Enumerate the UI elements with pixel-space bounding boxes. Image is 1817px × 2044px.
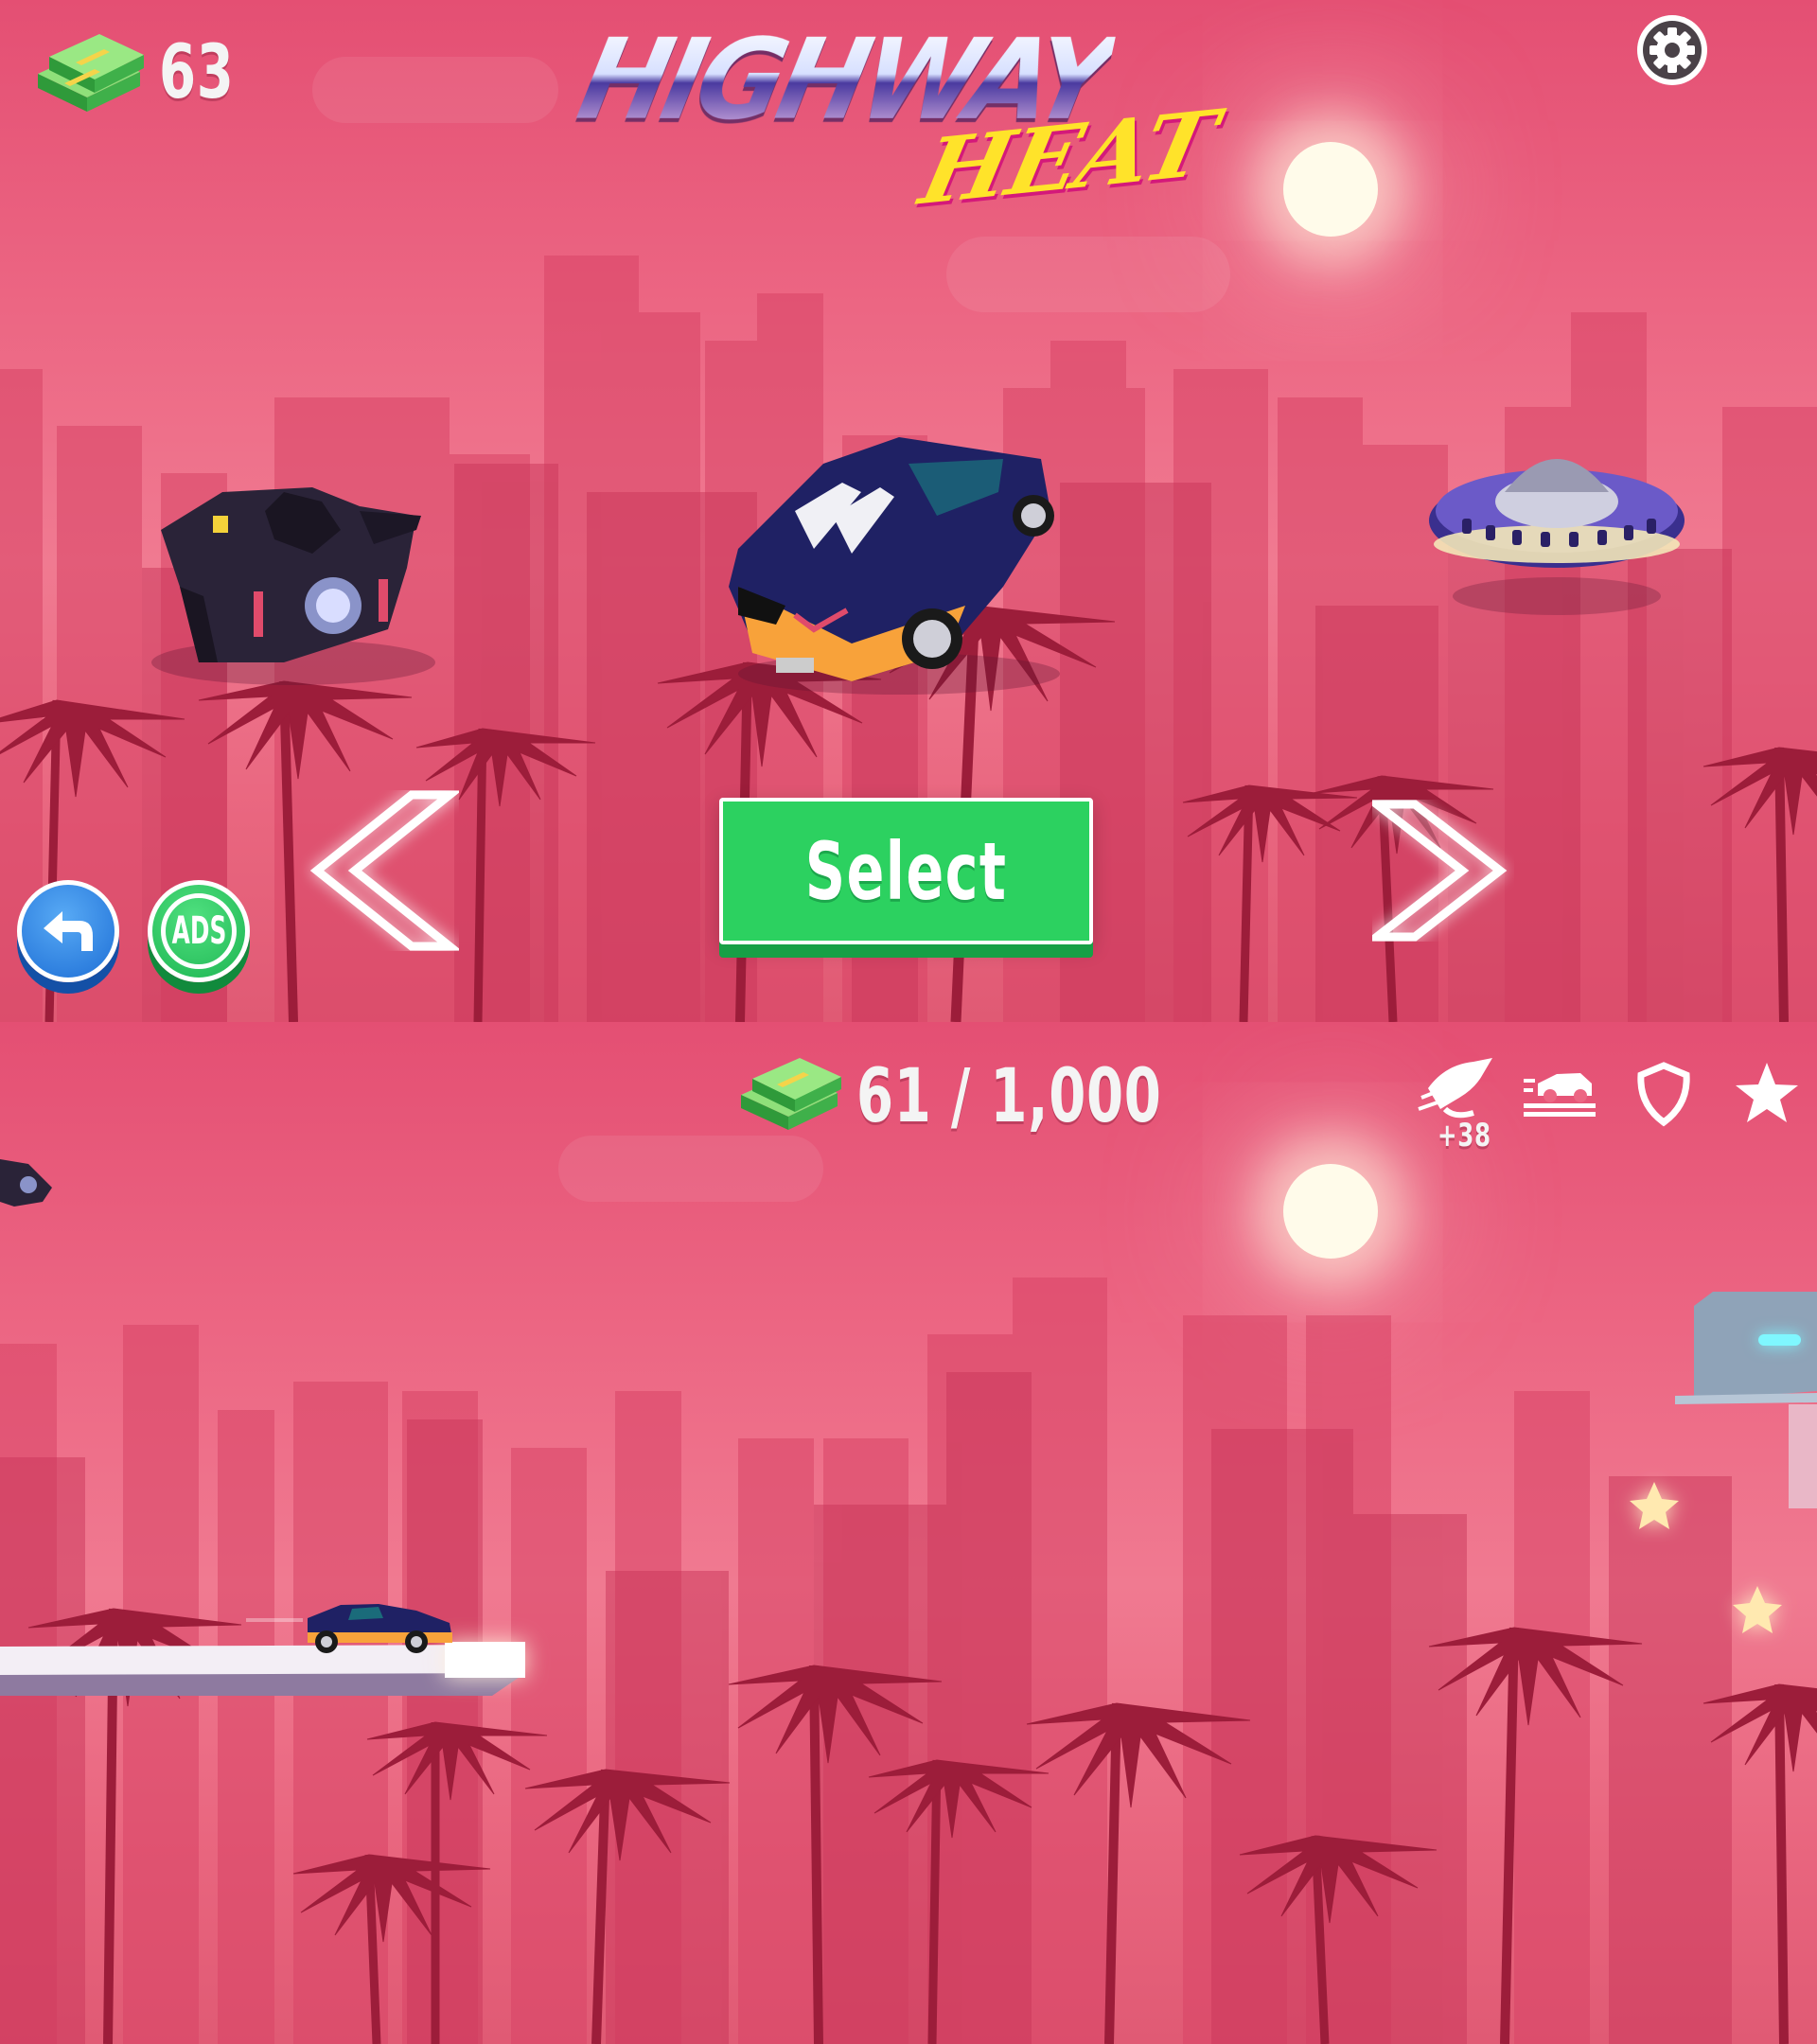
star-powerup[interactable] [1734,1060,1800,1126]
shield-icon [1637,1062,1690,1127]
previous-car-button[interactable] [298,790,462,951]
city-skyline [0,1159,1817,2044]
collectible-star [1733,1586,1782,1633]
ads-label: ADS [171,909,226,953]
shield-powerup[interactable] [1635,1062,1692,1128]
no-ads-icon: ADS [161,893,237,969]
select-button-label: Select [804,824,1008,918]
speed-powerup[interactable] [1524,1060,1599,1126]
car-speed-icon [1524,1073,1596,1117]
double-chevron-left-icon [309,790,462,951]
select-button[interactable]: Select [719,798,1093,944]
ufo-vehicle[interactable] [1429,459,1685,615]
boost-powerup[interactable]: +38 [1417,1050,1502,1154]
boost-bonus-text: +38 [1438,1117,1491,1154]
road-platform [0,1642,525,1696]
gameplay-screen: 61 / 1,000 +38 [0,1022,1817,2044]
double-chevron-right-icon [1364,800,1508,942]
remove-ads-button[interactable]: ADS [148,880,250,982]
hypercar-vehicle[interactable] [729,437,1060,695]
floating-block [1675,1292,1817,1508]
boost-icon [1418,1058,1492,1119]
car-select-screen: 63 HIGHWAY HEAT Select ADS [0,0,1817,1022]
cash-progress-text: 61 / 1,000 [856,1054,1162,1139]
back-button[interactable] [17,880,119,982]
next-car-button[interactable] [1364,800,1514,942]
cash-stack-icon [741,1058,841,1130]
back-arrow-icon [44,911,93,951]
star-icon [1736,1063,1798,1122]
bat-car-vehicle[interactable] [151,487,435,685]
cash-progress: 61 / 1,000 [733,1043,1161,1139]
flying-bat-car [0,1159,52,1207]
